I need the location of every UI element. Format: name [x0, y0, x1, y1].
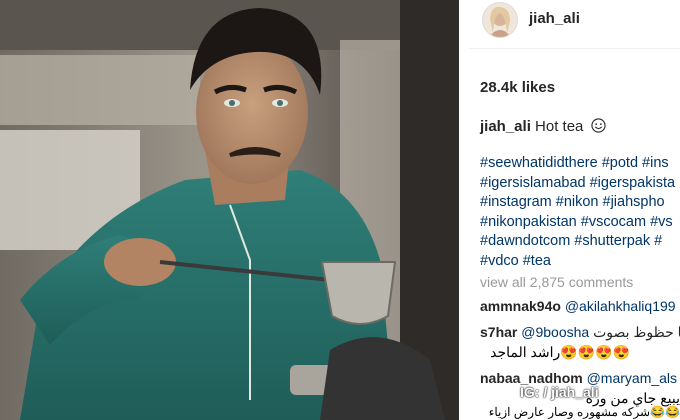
comment-text-line: 😍😍😍😍راشد الماجد — [490, 344, 630, 360]
hashtag-line[interactable]: #seewhatididthere #potd #ins — [480, 154, 675, 174]
comment-mention[interactable]: @akilahkhaliq199 — [565, 298, 676, 314]
watermark: IG: / jiah_ali — [520, 384, 599, 400]
smiling-face-icon — [590, 118, 606, 137]
likes-count[interactable]: 28.4k likes — [480, 79, 555, 96]
post-sidebar: jiah_ali 28.4k likes jiah_ali Hot tea #s… — [459, 0, 680, 420]
hashtag-line[interactable]: #dawndotcom #shutterpak # — [480, 232, 675, 252]
avatar[interactable] — [482, 2, 518, 38]
comment: s7har @9boosha يا حظوظ بصوت — [480, 324, 680, 341]
photo-image — [0, 0, 459, 420]
comment-mention[interactable]: @maryam_als — [587, 370, 677, 386]
comment-text-line: 😂😂شركه مشهوره وصار عارض ازياء — [488, 405, 680, 419]
comment-mention[interactable]: @9boosha — [521, 324, 589, 340]
comment-username[interactable]: ammnak94o — [480, 298, 561, 314]
avatar-image — [483, 3, 517, 37]
post-header: jiah_ali — [459, 0, 680, 44]
comment-username[interactable]: s7har — [480, 324, 517, 340]
post-username[interactable]: jiah_ali — [529, 10, 580, 27]
hashtag-line[interactable]: #vdco #tea — [480, 252, 675, 272]
comment: ammnak94o @akilahkhaliq199 — [480, 298, 676, 314]
hashtags: #seewhatididthere #potd #ins #igersislam… — [480, 154, 675, 271]
comment-text: يا حظوظ بصوت — [593, 324, 680, 340]
comment-text: يبيع جاي من وره — [585, 390, 680, 406]
caption-text: Hot tea — [535, 118, 584, 135]
caption: jiah_ali Hot tea — [480, 118, 606, 137]
hashtag-line[interactable]: #nikonpakistan #vscocam #vs — [480, 213, 675, 233]
post-photo[interactable] — [0, 0, 459, 420]
caption-username[interactable]: jiah_ali — [480, 118, 531, 135]
hashtag-line[interactable]: #instagram #nikon #jiahspho — [480, 193, 675, 213]
view-all-comments-link[interactable]: view all 2,875 comments — [480, 274, 633, 290]
hashtag-line[interactable]: #igersislamabad #igerspakista — [480, 174, 675, 194]
header-divider — [469, 48, 680, 49]
